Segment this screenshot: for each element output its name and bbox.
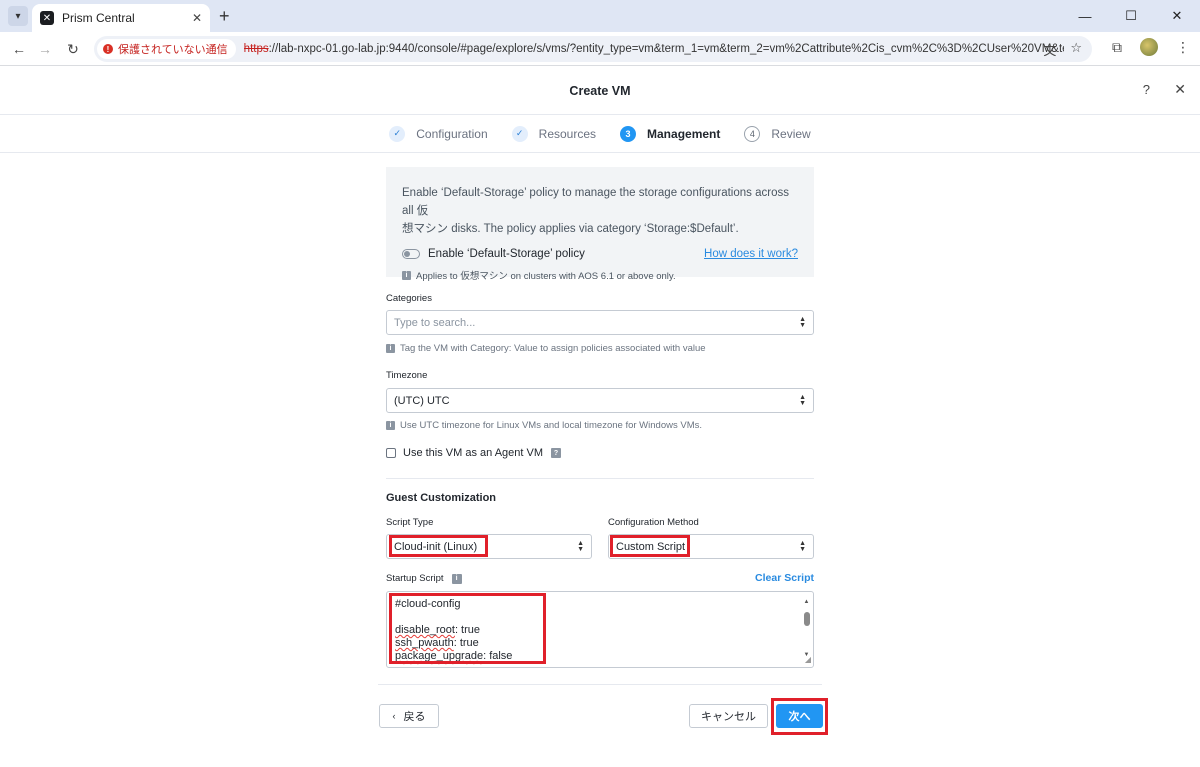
step-label: Resources [538, 126, 597, 141]
chevron-left-icon: ‹ [392, 711, 396, 721]
step-check-icon: ✓ [511, 125, 528, 142]
wizard-stepper: ✓ Configuration ✓ Resources 3 Management… [0, 115, 1200, 153]
step-label: Review [771, 126, 811, 141]
window-controls: — ☐ ✕ [1062, 0, 1200, 32]
url-text[interactable]: https://lab-nxpc-01.go-lab.jp:9440/conso… [244, 43, 1064, 55]
back-button-label: 戻る [403, 711, 426, 723]
scroll-up-icon[interactable]: ▲ [802, 596, 811, 609]
highlight-box [389, 593, 546, 664]
how-does-it-work-link[interactable]: How does it work? [704, 248, 798, 260]
minimize-icon[interactable]: — [1062, 0, 1108, 32]
guest-customization-title: Guest Customization [386, 492, 497, 504]
step-review[interactable]: 4 Review [744, 125, 811, 142]
maximize-icon[interactable]: ☐ [1108, 0, 1154, 32]
modal-close-icon[interactable]: ✕ [1174, 81, 1186, 98]
section-divider [386, 478, 814, 479]
storage-policy-panel: Enable ‘Default-Storage’ policy to manag… [386, 167, 814, 282]
security-label: 保護されていない通信 [118, 44, 228, 56]
info-icon: i [402, 270, 411, 280]
tab-title: Prism Central [62, 11, 135, 25]
scroll-thumb[interactable] [803, 612, 810, 626]
translate-icon[interactable]: 文 [1043, 40, 1056, 59]
url-scheme: https [243, 43, 269, 55]
tab-close-icon[interactable]: ✕ [192, 11, 202, 25]
agent-vm-label: Use this VM as an Agent VM [403, 447, 544, 459]
prism-favicon-icon: ✕ [40, 11, 54, 25]
categories-placeholder: Type to search... [394, 316, 476, 329]
kebab-menu-icon[interactable]: ⋮ [1176, 39, 1190, 56]
browser-toolbar: ← → ↻ ! 保護されていない通信 https://lab-nxpc-01.g… [0, 32, 1200, 66]
address-bar[interactable]: ! 保護されていない通信 https://lab-nxpc-01.go-lab.… [94, 36, 1092, 62]
create-vm-page: Create VM ? ✕ ✓ Configuration ✓ Resource… [0, 67, 1200, 767]
browser-tab-bar: ▾ ✕ Prism Central ✕ + — ☐ ✕ [0, 0, 1200, 32]
storage-policy-note: Applies to 仮想マシン on clusters with AOS 6.… [416, 271, 676, 282]
startup-script-label-row: Startup Script i [386, 573, 462, 584]
bookmark-star-icon[interactable]: ☆ [1070, 40, 1082, 59]
url-rest: ://lab-nxpc-01.go-lab.jp:9440/console/#p… [268, 43, 1064, 55]
categories-hint: Tag the VM with Category: Value to assig… [400, 343, 706, 354]
step-number: 4 [744, 125, 761, 142]
step-label: Management [647, 126, 721, 141]
startup-script-label: Startup Script [386, 573, 444, 584]
modal-title: Create VM [569, 83, 631, 98]
clear-script-link[interactable]: Clear Script [755, 572, 814, 584]
resize-handle-icon[interactable]: ◢ [805, 653, 811, 666]
new-tab-button[interactable]: + [219, 6, 230, 26]
tab-search-button[interactable]: ▾ [8, 6, 28, 26]
highlight-box [771, 698, 828, 735]
info-icon: i [386, 344, 395, 353]
storage-policy-toggle[interactable] [402, 249, 420, 259]
description-line: 想マシン disks. The policy applies via categ… [402, 223, 739, 235]
step-number: 3 [620, 125, 637, 142]
security-chip[interactable]: ! 保護されていない通信 [97, 39, 236, 59]
select-arrows-icon: ▲ ▼ [799, 394, 806, 407]
step-configuration[interactable]: ✓ Configuration [389, 125, 488, 142]
script-type-label: Script Type [386, 517, 434, 528]
help-icon[interactable]: ? [1143, 82, 1150, 97]
timezone-value: (UTC) UTC [394, 394, 450, 407]
step-resources[interactable]: ✓ Resources [511, 125, 597, 142]
browser-tab[interactable]: ✕ Prism Central ✕ [32, 4, 210, 32]
info-icon[interactable]: i [451, 573, 462, 584]
extensions-icon[interactable]: ⧉ [1112, 39, 1122, 56]
info-icon: i [386, 421, 395, 430]
step-label: Configuration [416, 126, 488, 141]
select-arrows-icon: ▲ ▼ [577, 540, 584, 553]
highlight-box [389, 535, 488, 557]
step-management[interactable]: 3 Management [620, 125, 721, 142]
categories-search-input[interactable]: Type to search... ▲ ▼ [386, 310, 814, 335]
profile-avatar[interactable] [1140, 38, 1158, 56]
reload-icon[interactable]: ↻ [62, 38, 84, 60]
warning-icon: ! [103, 44, 113, 54]
window-close-icon[interactable]: ✕ [1154, 0, 1200, 32]
select-arrows-icon: ▲ ▼ [799, 540, 806, 553]
help-question-icon[interactable]: ? [551, 448, 562, 458]
highlight-box [610, 535, 690, 557]
categories-label: Categories [386, 293, 432, 304]
storage-policy-description: Enable ‘Default-Storage’ policy to manag… [402, 184, 798, 238]
back-button[interactable]: ‹ 戻る [379, 704, 439, 728]
select-arrows-icon: ▲ ▼ [799, 316, 806, 329]
cancel-button[interactable]: キャンセル [689, 704, 768, 728]
description-line: Enable ‘Default-Storage’ policy to manag… [402, 187, 789, 217]
storage-policy-toggle-label: Enable ‘Default-Storage’ policy [428, 248, 585, 260]
config-method-label: Configuration Method [608, 517, 699, 528]
timezone-select[interactable]: (UTC) UTC ▲ ▼ [386, 388, 814, 413]
management-form: Enable ‘Default-Storage’ policy to manag… [386, 167, 814, 668]
cancel-button-label: キャンセル [701, 711, 756, 723]
step-check-icon: ✓ [389, 125, 406, 142]
back-arrow-icon[interactable]: ← [8, 38, 30, 60]
timezone-label: Timezone [386, 370, 428, 381]
modal-header: Create VM ? ✕ [0, 67, 1200, 115]
agent-vm-checkbox[interactable] [386, 448, 396, 458]
timezone-hint: Use UTC timezone for Linux VMs and local… [400, 420, 702, 431]
forward-arrow-icon[interactable]: → [34, 38, 56, 60]
footer-divider [378, 684, 822, 685]
